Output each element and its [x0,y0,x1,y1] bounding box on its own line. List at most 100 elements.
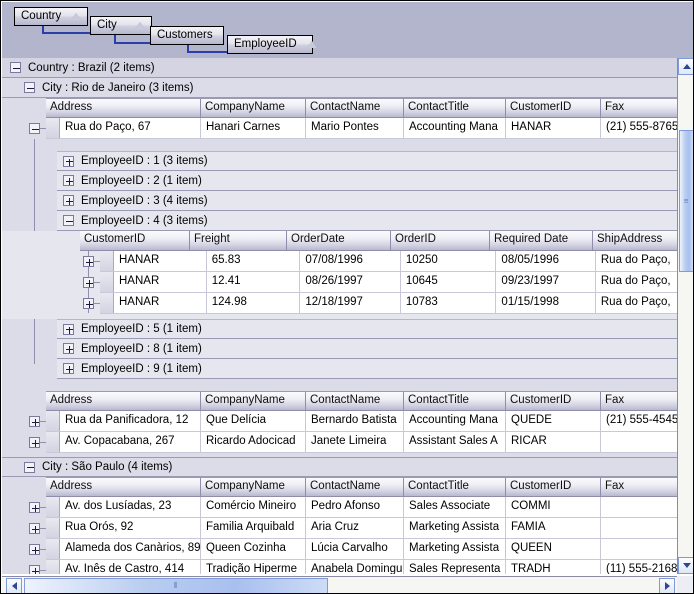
orders-rows: HANAR 65.83 07/08/1996 10250 08/05/1996 … [2,251,677,319]
column-header-contactname[interactable]: ContactName [306,392,404,410]
group-row-employeeid-1[interactable]: EmployeeID : 1 (3 items) [57,151,677,171]
scroll-right-button[interactable] [659,578,675,594]
column-header-companyname[interactable]: CompanyName [201,392,306,410]
group-chip-customers[interactable]: Customers [150,26,224,45]
column-header-orderdate[interactable]: OrderDate [287,231,391,250]
expand-toggle-wrap [29,123,40,137]
expand-icon[interactable] [83,277,94,288]
expand-icon[interactable] [63,156,74,167]
expand-icon[interactable] [63,363,74,374]
row-gutter[interactable] [100,272,114,292]
column-header-contacttitle[interactable]: ContactTitle [404,99,506,117]
group-row-employeeid-4[interactable]: EmployeeID : 4 (3 items) [57,211,677,231]
column-header-contacttitle[interactable]: ContactTitle [404,392,506,410]
column-header-fax[interactable]: Fax [601,478,677,496]
expand-icon[interactable] [29,437,40,448]
expand-icon[interactable] [83,256,94,267]
column-header-fax[interactable]: Fax [601,392,677,410]
collapse-icon[interactable] [63,215,74,226]
scroll-down-button[interactable] [678,557,694,574]
expand-icon[interactable] [63,175,74,186]
customer-row-wrap: Rua Orós, 92Familia ArquibaldAria CruzMa… [2,518,677,539]
cell-orderid: 10250 [401,251,497,271]
column-header-companyname[interactable]: CompanyName [201,99,306,117]
collapse-icon[interactable] [24,462,35,473]
sort-ascending-icon[interactable] [307,41,317,48]
table-row[interactable]: Av. Copacabana, 267 Ricardo Adocicad Jan… [46,432,677,453]
collapse-icon[interactable] [24,82,35,93]
expand-icon[interactable] [63,324,74,335]
cell-companyname: Tradição Hiperme [201,560,306,574]
group-row-country-brazil[interactable]: Country : Brazil (2 items) [2,58,677,78]
group-row-city-sao-paulo[interactable]: City : São Paulo (4 items) [2,457,677,477]
row-gutter[interactable] [46,560,60,574]
column-header-requireddate[interactable]: Required Date [490,231,593,250]
row-gutter[interactable] [100,251,114,271]
column-header-customerid[interactable]: CustomerID [506,99,601,117]
table-row[interactable]: HANAR 12.41 08/26/1997 10645 09/23/1997 … [100,272,677,293]
group-row-employeeid-9[interactable]: EmployeeID : 9 (1 item) [57,359,677,379]
group-chip-employeeid[interactable]: EmployeeID [227,35,313,54]
scroll-up-button[interactable] [678,58,694,75]
column-header-fax[interactable]: Fax [601,99,677,117]
customer-row-wrap: Av. dos Lusíadas, 23Comércio MineiroPedr… [2,497,677,518]
sort-ascending-icon[interactable] [135,22,145,29]
column-header-contactname[interactable]: ContactName [306,99,404,117]
row-gutter[interactable] [46,118,60,138]
horizontal-scrollbar[interactable]: ⦀ [2,576,677,594]
column-header-companyname[interactable]: CompanyName [201,478,306,496]
row-gutter[interactable] [100,293,114,313]
row-gutter[interactable] [46,518,60,538]
vertical-scroll-thumb[interactable]: ≡ [679,130,694,272]
expand-icon[interactable] [29,416,40,427]
table-row[interactable]: HANAR 65.83 07/08/1996 10250 08/05/1996 … [100,251,677,272]
column-header-shipaddress[interactable]: ShipAddress [593,231,677,250]
rio-remaining-rows: Rua da Panificadora, 12 Que Delícia Bern… [2,411,677,457]
group-chip-city[interactable]: City [90,16,152,35]
group-chip-country[interactable]: Country [14,7,88,26]
column-header-freight[interactable]: Freight [190,231,287,250]
table-row[interactable]: Av. dos Lusíadas, 23Comércio MineiroPedr… [46,497,677,518]
expand-icon[interactable] [63,195,74,206]
column-header-contactname[interactable]: ContactName [306,478,404,496]
group-row-employeeid-8[interactable]: EmployeeID : 8 (1 item) [57,339,677,359]
column-header-address[interactable]: Address [46,99,201,117]
column-header-orderid[interactable]: OrderID [391,231,490,250]
sort-ascending-icon[interactable] [71,13,81,20]
table-row[interactable]: Rua do Paço, 67 Hanari Carnes Mario Pont… [46,118,677,139]
collapse-icon[interactable] [29,123,40,134]
row-gutter[interactable] [46,539,60,559]
expand-icon[interactable] [29,544,40,555]
row-gutter[interactable] [46,497,60,517]
cell-address: Av. Copacabana, 267 [60,432,201,452]
table-row[interactable]: Rua da Panificadora, 12 Que Delícia Bern… [46,411,677,432]
cell-contacttitle: Accounting Mana [404,411,506,431]
cell-companyname: Que Delícia [201,411,306,431]
group-row-label: EmployeeID : 1 (3 items) [81,155,208,167]
expand-icon[interactable] [29,523,40,534]
group-row-employeeid-2[interactable]: EmployeeID : 2 (1 item) [57,171,677,191]
expand-icon[interactable] [63,343,74,354]
group-row-employeeid-3[interactable]: EmployeeID : 3 (4 items) [57,191,677,211]
group-row-city-rio[interactable]: City : Rio de Janeiro (3 items) [2,78,677,98]
column-header-address[interactable]: Address [46,392,201,410]
column-header-customerid[interactable]: CustomerID [80,231,190,250]
expand-icon[interactable] [83,298,94,309]
group-row-employeeid-5[interactable]: EmployeeID : 5 (1 item) [57,319,677,339]
table-row[interactable]: Av. Inês de Castro, 414Tradição HipermeA… [46,560,677,574]
horizontal-scroll-thumb[interactable]: ⦀ [24,578,328,594]
column-header-customerid[interactable]: CustomerID [506,478,601,496]
table-row[interactable]: Alameda dos Canàrios, 891Queen CozinhaLú… [46,539,677,560]
expand-icon[interactable] [29,565,40,574]
table-row[interactable]: Rua Orós, 92Familia ArquibaldAria CruzMa… [46,518,677,539]
row-gutter[interactable] [46,411,60,431]
table-row[interactable]: HANAR 124.98 12/18/1997 10783 01/15/1998… [100,293,677,314]
expand-icon[interactable] [29,502,40,513]
column-header-customerid[interactable]: CustomerID [506,392,601,410]
row-gutter[interactable] [46,432,60,452]
collapse-icon[interactable] [10,62,21,73]
column-header-contacttitle[interactable]: ContactTitle [404,478,506,496]
scroll-left-button[interactable] [6,578,22,594]
vertical-scrollbar[interactable]: ≡ [677,58,694,574]
column-header-address[interactable]: Address [46,478,201,496]
